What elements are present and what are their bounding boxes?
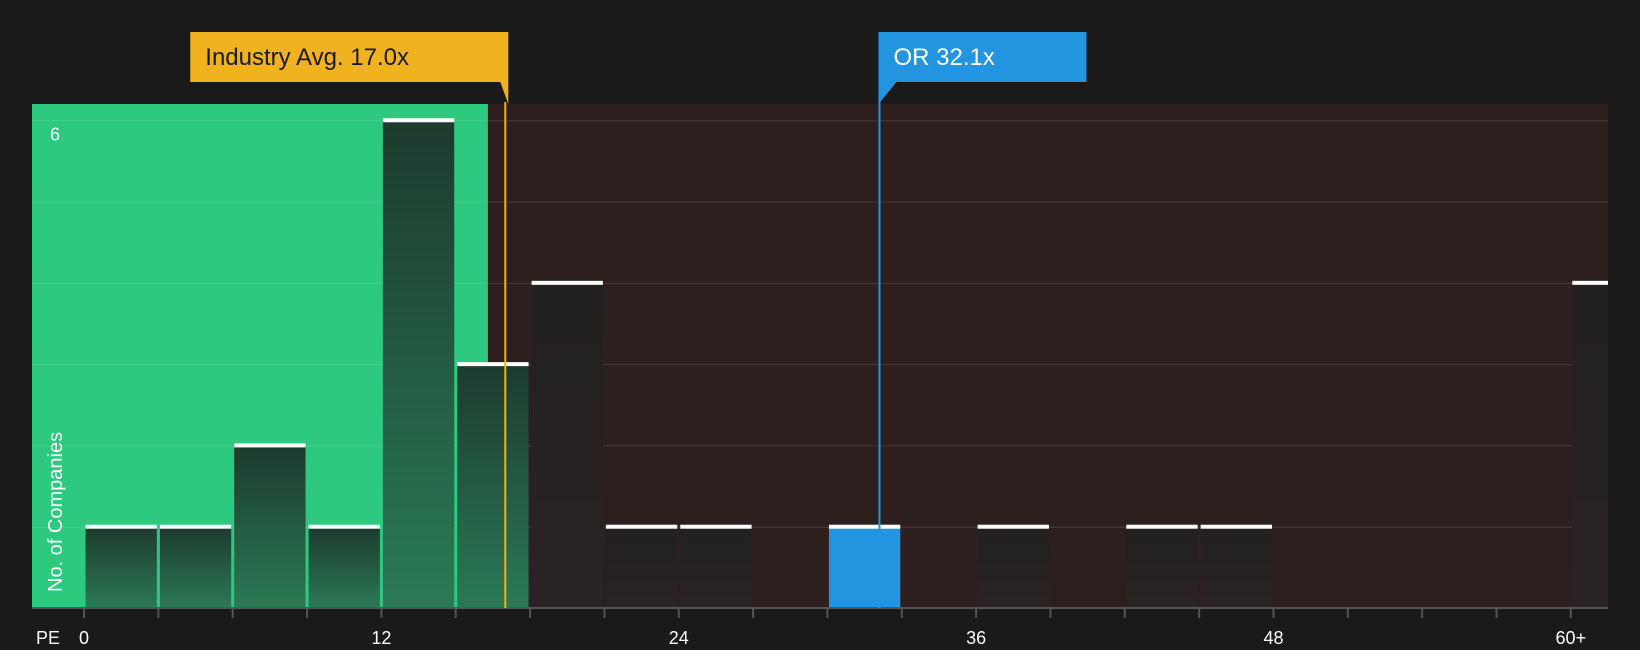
company-pe-label: OR 32.1x — [893, 44, 994, 71]
histogram-bar-top — [1126, 524, 1198, 529]
x-axis-label: PE — [36, 628, 60, 648]
histogram-bar-top — [234, 443, 306, 448]
pe-distribution-chart: 6 PE No. of Companies 0 12 24 36 48 60+ … — [0, 0, 1640, 650]
industry-average-label: Industry Avg. 17.0x — [205, 44, 409, 71]
histogram-bar-top — [1572, 280, 1608, 285]
x-tick-label: 24 — [669, 628, 689, 648]
histogram-bar — [234, 445, 306, 608]
histogram-bar-top — [531, 280, 603, 285]
histogram-bar-top — [977, 524, 1049, 529]
histogram-bar — [828, 526, 901, 608]
histogram-bar — [457, 364, 529, 608]
histogram-bar-top — [605, 524, 678, 529]
y-tick-label: 6 — [50, 124, 60, 144]
x-tick-label: 48 — [1263, 628, 1283, 648]
histogram-bar-top — [382, 118, 455, 123]
histogram-bar-top — [85, 524, 157, 529]
x-tick-label: 36 — [966, 628, 986, 648]
histogram-bar-top — [680, 524, 752, 529]
histogram-bar — [680, 526, 752, 608]
histogram-bar-top — [1200, 524, 1272, 529]
histogram-bar — [531, 282, 603, 608]
histogram-bar-top — [308, 524, 380, 529]
histogram-bar-top — [828, 524, 901, 529]
histogram-bar — [159, 526, 232, 608]
histogram-bar — [1572, 282, 1608, 608]
chart-canvas: 6 PE No. of Companies 0 12 24 36 48 60+ … — [32, 32, 1608, 648]
histogram-bar-top — [457, 362, 529, 367]
histogram-bar-top — [159, 524, 232, 529]
x-tick-label: 0 — [79, 628, 89, 648]
histogram-bar — [308, 526, 380, 608]
histogram-bar — [605, 526, 678, 608]
x-tick-label: 60+ — [1556, 628, 1587, 648]
histogram-bar — [1200, 526, 1272, 608]
histogram-bar — [1126, 526, 1198, 608]
x-tick-label: 12 — [371, 628, 391, 648]
histogram-bar — [382, 120, 455, 609]
histogram-bar — [85, 526, 157, 608]
y-axis-label: No. of Companies — [45, 432, 67, 592]
histogram-bar — [977, 526, 1049, 608]
